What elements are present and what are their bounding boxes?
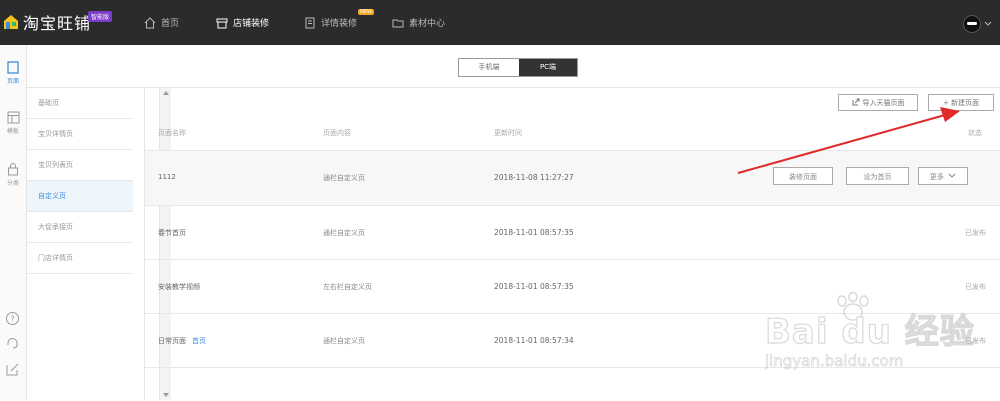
row-name: 春节首页 (158, 229, 186, 237)
status-badge: 已发布 (965, 283, 986, 291)
col-updated: 更新时间 (494, 129, 522, 137)
rail-item-categories-label: 分类 (6, 180, 19, 187)
page-type-item-list[interactable]: 宝贝列表页 (27, 150, 133, 181)
nav-detail-decor-label: 详情装修 (321, 19, 358, 29)
more-label: 更多 (929, 173, 944, 181)
set-home-button[interactable]: 设为首页 (846, 167, 909, 185)
row-content: 通栏自定义页 (323, 174, 365, 182)
top-bar: 淘宝旺铺 智能版 首页 店铺装修 详情装修 NEW 素材中心 (0, 0, 1000, 45)
brand-logo[interactable]: 淘宝旺铺 (3, 11, 91, 33)
nav-detail-decor[interactable]: 详情装修 (304, 0, 357, 45)
table-row[interactable]: 1112 通栏自定义页 2018-11-08 11:27:27 装修页面 设为首… (145, 150, 1000, 205)
page-type-custom[interactable]: 自定义页 (27, 181, 133, 212)
nav-home-label: 首页 (161, 19, 180, 29)
avatar (963, 15, 981, 33)
page-type-promo[interactable]: 大促承接页 (27, 212, 133, 243)
home-icon (144, 16, 156, 28)
chevron-down-icon (948, 173, 956, 178)
page-type-item-detail[interactable]: 宝贝详情页 (27, 119, 133, 150)
decorate-page-button[interactable]: 装修页面 (773, 167, 833, 185)
rail-item-categories[interactable]: 分类 (0, 163, 26, 187)
user-menu[interactable] (963, 15, 992, 33)
home-tag: 首页 (192, 337, 206, 345)
folder-icon (392, 19, 404, 27)
svg-text:?: ? (10, 315, 14, 324)
status-badge: 已发布 (965, 229, 986, 237)
page-type-list: 基础页 宝贝详情页 宝贝列表页 自定义页 大促承接页 门店详情页 (27, 88, 171, 400)
rail-item-pages[interactable]: 页面 (0, 61, 26, 85)
table-row[interactable]: 安装教学视频 左右栏自定义页 2018-11-01 08:57:35 已发布 (145, 259, 1000, 314)
row-name: 1112 (158, 173, 176, 181)
row-name: 日常页面 首页 (158, 336, 206, 346)
table-row[interactable]: 日常页面 首页 通栏自定义页 2018-11-01 08:57:34 已发布 (145, 313, 1000, 368)
row-updated: 2018-11-08 11:27:27 (494, 173, 574, 182)
row-name-text: 日常页面 (158, 337, 186, 345)
import-icon (852, 98, 859, 106)
headset-icon[interactable] (5, 336, 20, 351)
edit-icon[interactable] (5, 362, 20, 377)
row-updated: 2018-11-01 08:57:34 (494, 336, 574, 345)
house-logo-icon (4, 15, 18, 29)
rail-item-templates[interactable]: 模板 (0, 111, 26, 135)
rail-item-pages-label: 页面 (6, 78, 19, 85)
help-icon[interactable]: ? (5, 311, 20, 326)
table-row-empty (145, 367, 1000, 401)
chevron-down-icon (984, 21, 992, 26)
new-page-label: + 新建页面 (942, 99, 980, 107)
status-badge: 已发布 (965, 337, 986, 345)
page-icon (7, 61, 19, 74)
more-dropdown[interactable]: 更多 (918, 167, 968, 185)
device-switch: 手机端 PC端 (458, 58, 578, 77)
import-tmall-page-label: 导入天猫页面 (862, 99, 905, 107)
template-icon (7, 111, 19, 124)
tab-pc[interactable]: PC端 (519, 59, 577, 76)
page-type-basic[interactable]: 基础页 (27, 88, 133, 119)
new-badge: NEW (358, 9, 374, 15)
row-content: 左右栏自定义页 (323, 283, 372, 291)
nav-store-decor[interactable]: 店铺装修 (216, 0, 269, 45)
tab-mobile[interactable]: 手机端 (459, 59, 519, 76)
row-updated: 2018-11-01 08:57:35 (494, 282, 574, 291)
new-page-button[interactable]: + 新建页面 (928, 94, 994, 111)
table-row[interactable]: 春节首页 通栏自定义页 2018-11-01 08:57:35 已发布 (145, 205, 1000, 260)
page-type-store-detail[interactable]: 门店详情页 (27, 243, 133, 274)
row-content: 通栏自定义页 (323, 337, 365, 345)
scroll-up-icon[interactable] (163, 91, 169, 95)
nav-material-center-label: 素材中心 (409, 19, 446, 29)
col-name: 页面名称 (158, 129, 186, 137)
table-header: 页面名称 页面内容 更新时间 状态 (145, 120, 1000, 148)
row-updated: 2018-11-01 08:57:35 (494, 228, 574, 237)
edition-badge: 智能版 (88, 11, 113, 22)
row-name: 安装教学视频 (158, 283, 200, 291)
col-content: 页面内容 (323, 129, 351, 137)
col-status: 状态 (968, 129, 982, 137)
nav-home[interactable]: 首页 (144, 0, 179, 45)
store-icon (216, 18, 228, 28)
nav-store-decor-label: 店铺装修 (233, 19, 270, 29)
left-rail: 页面 模板 分类 ? (0, 45, 27, 400)
brand-name: 淘宝旺铺 (23, 14, 92, 33)
divider (26, 87, 1000, 88)
import-tmall-page-button[interactable]: 导入天猫页面 (838, 94, 918, 111)
nav-material-center[interactable]: 素材中心 (392, 0, 445, 45)
row-content: 通栏自定义页 (323, 229, 365, 237)
document-icon (305, 17, 315, 28)
rail-item-templates-label: 模板 (6, 128, 19, 135)
bag-icon (8, 163, 18, 176)
